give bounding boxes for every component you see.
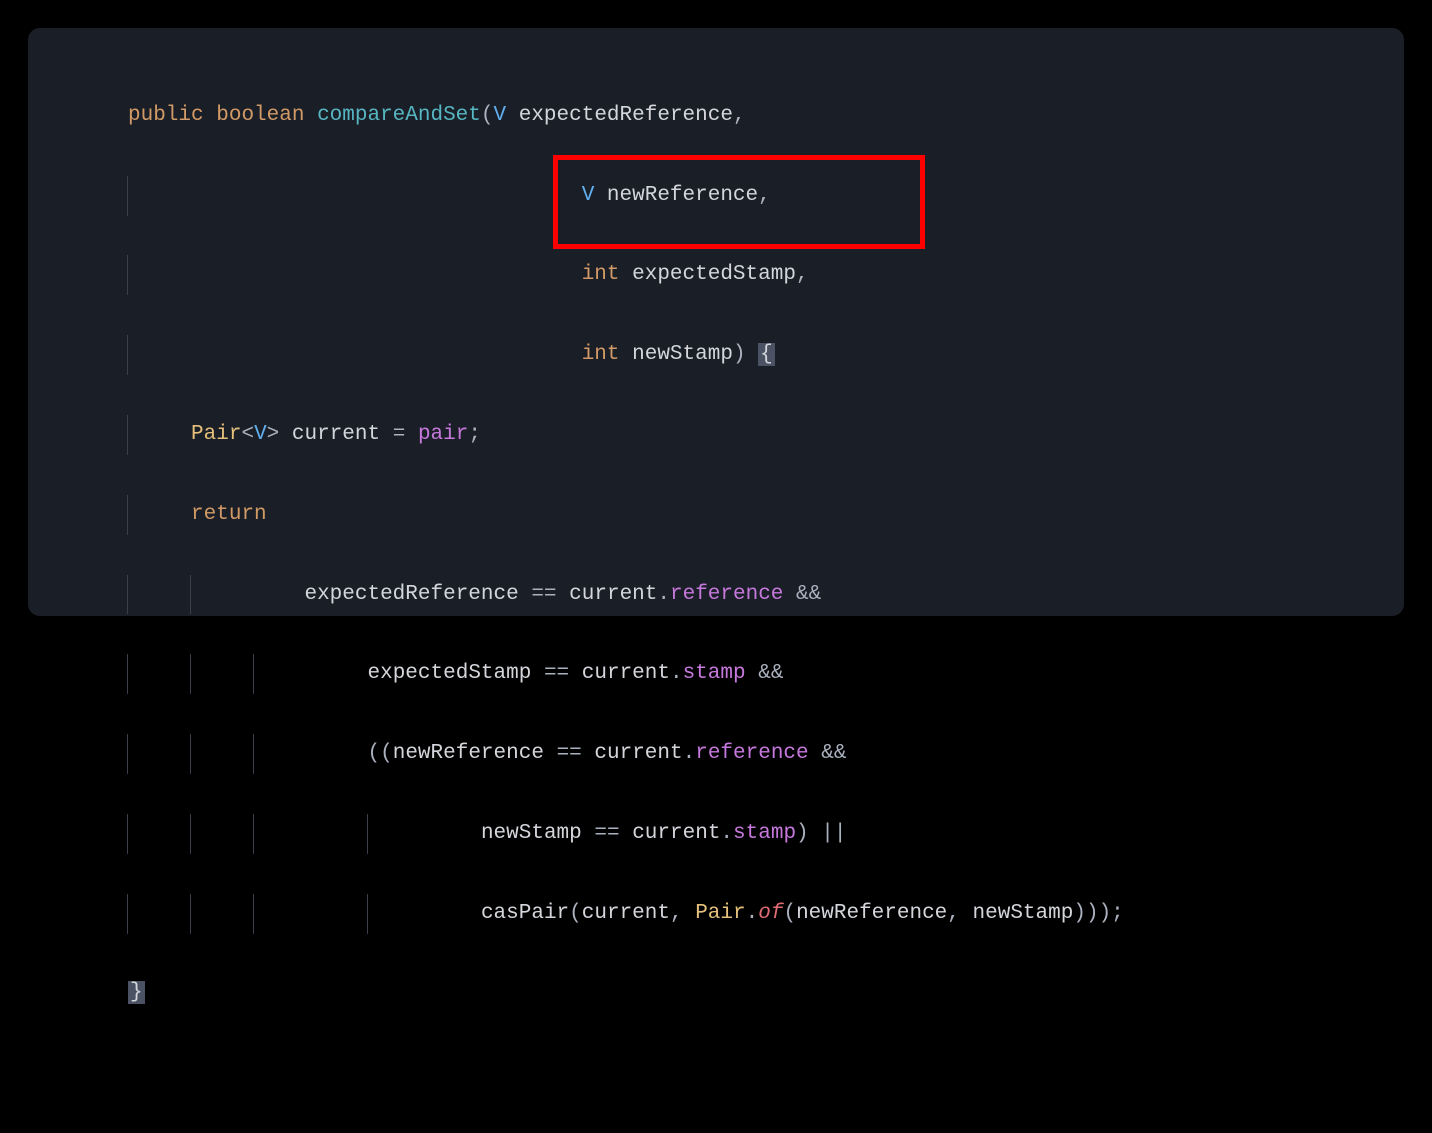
code-line: return: [128, 495, 1364, 535]
code-line: casPair(current, Pair.of(newReference, n…: [128, 894, 1364, 934]
keyword-return: return: [191, 503, 267, 526]
function-name: compareAndSet: [317, 104, 481, 127]
code-line: Pair<V> current = pair;: [128, 415, 1364, 455]
brace-close: }: [128, 981, 145, 1004]
param: expectedReference: [519, 104, 733, 127]
keyword-boolean: boolean: [216, 104, 304, 127]
code-line: public boolean compareAndSet(V expectedR…: [128, 96, 1364, 136]
var-current: current: [292, 423, 380, 446]
code-line: int expectedStamp,: [128, 255, 1364, 295]
fn-casPair: casPair: [481, 902, 569, 925]
code-line: V newReference,: [128, 176, 1364, 216]
code-line: expectedStamp == current.stamp &&: [128, 654, 1364, 694]
code-line: int newStamp) {: [128, 335, 1364, 375]
prop-reference: reference: [670, 583, 783, 606]
fn-of: of: [758, 902, 783, 925]
param: expectedStamp: [632, 263, 796, 286]
keyword-int: int: [582, 343, 620, 366]
prop-stamp: stamp: [683, 662, 746, 685]
class-pair: Pair: [191, 423, 241, 446]
keyword-public: public: [128, 104, 204, 127]
code-line: ((newReference == current.reference &&: [128, 734, 1364, 774]
code-line: expectedReference == current.reference &…: [128, 575, 1364, 615]
keyword-int: int: [582, 263, 620, 286]
param: newStamp: [632, 343, 733, 366]
param: newReference: [607, 184, 758, 207]
code-line: newStamp == current.stamp) ||: [128, 814, 1364, 854]
code-editor[interactable]: public boolean compareAndSet(V expectedR…: [28, 28, 1404, 616]
type-param: V: [494, 104, 507, 127]
brace-open: {: [758, 343, 775, 366]
var-pair: pair: [418, 423, 468, 446]
type-param: V: [582, 184, 595, 207]
code-line: }: [128, 973, 1364, 1013]
